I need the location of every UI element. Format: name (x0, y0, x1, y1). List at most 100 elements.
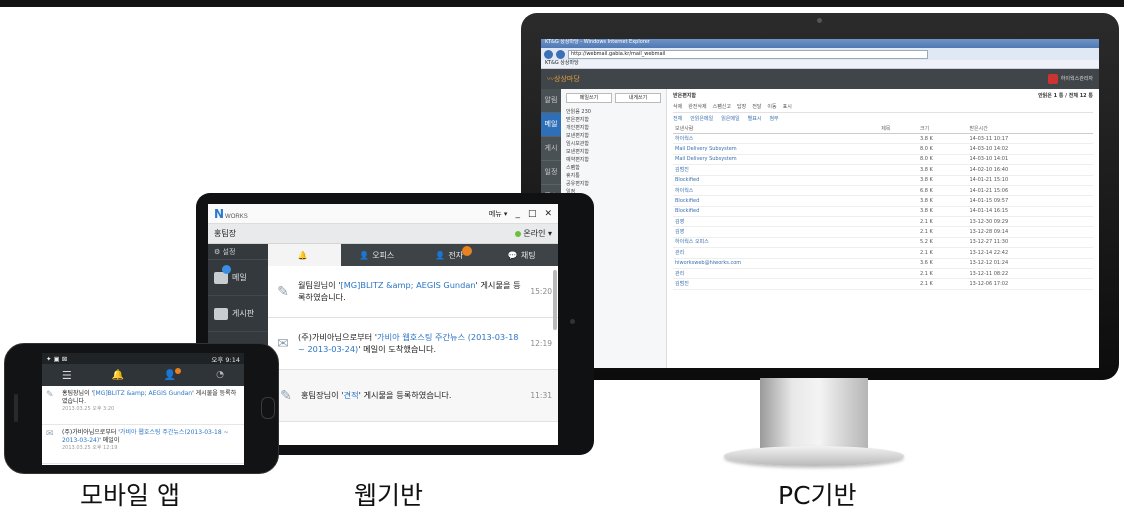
filter-unread[interactable]: 안읽은메일 (690, 116, 713, 122)
app-logo[interactable]: 〰상상마당 (547, 75, 580, 83)
tab-chat[interactable]: 💬 채팅 (486, 244, 559, 266)
feed-icon[interactable]: ◔ (216, 370, 224, 380)
table-row[interactable]: Blockified 3.8 K 14-01-21 15:10 (673, 175, 1093, 186)
table-row[interactable]: hiworksweb@hiworks.com 3.6 K 13-12-12 01:2… (673, 258, 1093, 269)
filter-read[interactable]: 읽은메일 (721, 116, 739, 122)
column-header[interactable]: 받은시간 (967, 125, 1093, 134)
mark-button[interactable]: 표시 (783, 104, 792, 110)
table-row[interactable]: Blockified 3.8 K 14-01-14 16:15 (673, 206, 1093, 218)
url-field[interactable]: http://webmail.gabia.kr/mail_webmail (568, 49, 928, 59)
settings-button[interactable]: ⚙ 설정 (208, 244, 268, 260)
tab-electronic[interactable]: 👤 전자 (413, 244, 486, 266)
filter-all[interactable]: 전체 (673, 116, 682, 122)
filter-starred[interactable]: 별표시 (748, 116, 762, 122)
status-label: 온라인 ▾ (523, 229, 552, 238)
time-cell: 13-12-27 11:30 (967, 237, 1093, 249)
back-icon[interactable] (544, 49, 553, 59)
scrollbar[interactable] (553, 270, 557, 330)
person-icon[interactable]: 👤 (164, 367, 182, 381)
table-row[interactable]: Blockified 3.8 K 14-01-15 09:57 (673, 195, 1093, 207)
folder-item[interactable]: 스팸함 (566, 164, 661, 172)
timestamp: 15:20 (530, 287, 552, 296)
menu-dropdown[interactable]: 메뉴 ▾ (489, 209, 508, 219)
permanent-delete-button[interactable]: 완전삭제 (688, 104, 706, 110)
subject-cell (879, 154, 918, 166)
compose-button[interactable]: 메일쓰기 (566, 93, 612, 103)
table-row[interactable]: 하이웍스 6.8 K 14-01-21 15:06 (673, 185, 1093, 197)
subject-cell (879, 164, 918, 176)
message-link[interactable]: [MG]BLITZ &amp; AEGIS Gundan (93, 390, 192, 397)
list-item[interactable]: ✎ 월팀원님이 '[MG]BLITZ &amp; AEGIS Gundan' 게… (268, 266, 558, 318)
folder-item[interactable]: 개인편지함 (566, 124, 661, 132)
nworks-logo: N WORKS (214, 207, 248, 221)
menu-icon[interactable]: ☰ (62, 369, 72, 382)
bell-icon[interactable]: 🔔 (112, 370, 124, 381)
sender-cell: Blockified (673, 195, 880, 207)
filter-attachment[interactable]: 첨부 (769, 116, 778, 122)
close-icon[interactable]: ✕ (544, 209, 552, 219)
self-mail-button[interactable]: 내게쓰기 (615, 93, 661, 103)
table-row[interactable]: Mail Delivery Subsystem 8.0 K 14-03-10 14:… (673, 143, 1093, 155)
sidebar-item-board[interactable]: 게시판 (208, 296, 268, 332)
list-item[interactable]: ✉ (주)가비아님으로부터 '가비아 웹호스팅 주간뉴스 (2013-03-18… (268, 318, 558, 370)
forward-icon[interactable] (556, 49, 565, 59)
message-link[interactable]: [MG]BLITZ &amp; AEGIS Gundan (341, 280, 476, 290)
user-bar: 홍팀장 온라인 ▾ (208, 224, 558, 244)
tab-office[interactable]: 👤 오피스 (341, 244, 414, 266)
size-cell: 8.0 K (917, 143, 968, 155)
folder-item[interactable]: 보낸편지함 (566, 132, 661, 140)
home-button[interactable] (261, 397, 275, 419)
column-header[interactable]: 크기 (917, 125, 968, 134)
folder-item[interactable]: 공유편지함 (566, 180, 661, 188)
size-cell: 2.1 K (917, 216, 968, 228)
sidebar-item-mail[interactable]: 메일 (208, 260, 268, 296)
size-cell: 2.1 K (917, 268, 968, 280)
table-row[interactable]: 하이웍스 3.8 K 14-03-11 10:17 (673, 133, 1093, 145)
subject-cell (879, 133, 918, 145)
size-cell: 2.1 K (917, 247, 968, 259)
delete-button[interactable]: 삭제 (673, 104, 682, 110)
rail-item-alert[interactable]: 알림 (541, 89, 561, 113)
table-row[interactable]: 김범진 2.1 K 13-12-06 17:02 (673, 278, 1093, 290)
rail-item-calendar[interactable]: 일정 (541, 161, 561, 185)
user-menu[interactable]: 하이웍스관리자 (1047, 74, 1093, 84)
table-row[interactable]: 하이웍스 오피스 5.2 K 13-12-27 11:30 (673, 237, 1093, 249)
folder-item[interactable]: 예약편지함 (566, 156, 661, 164)
forward-button[interactable]: 전달 (752, 104, 761, 110)
folder-item[interactable]: 휴지통 (566, 172, 661, 180)
move-button[interactable]: 이동 (767, 104, 776, 110)
message-text: 홍팀장님이 ' (62, 390, 94, 397)
rail-item-board[interactable]: 게시 (541, 137, 561, 161)
user-name: 하이웍스관리자 (1060, 76, 1093, 82)
column-header[interactable]: 제목 (879, 125, 918, 134)
browser-tab[interactable]: KT&G 상상마당 (541, 60, 1099, 69)
status-dropdown[interactable]: 온라인 ▾ (515, 228, 552, 239)
folder-item[interactable]: 보낸편지함 (566, 148, 661, 156)
table-row[interactable]: 김범진 3.8 K 14-02-10 16:40 (673, 164, 1093, 176)
folder-item[interactable]: 받은편지함 (566, 116, 661, 124)
sender-cell: Mail Delivery Subsystem (673, 143, 880, 155)
column-header[interactable]: 보낸사람 (673, 125, 880, 134)
minimize-icon[interactable]: _ (515, 209, 520, 219)
rail-item-mail[interactable]: 메일 (541, 113, 561, 137)
folder-item[interactable]: 임시보관함 (566, 140, 661, 148)
table-row[interactable]: 김영 2.1 K 13-12-30 09:29 (673, 216, 1093, 228)
message-link[interactable]: 견적 (344, 390, 359, 400)
spam-report-button[interactable]: 스팸신고 (713, 104, 731, 110)
table-row[interactable]: 관리 2.1 K 13-12-11 08:22 (673, 268, 1093, 280)
table-row[interactable]: Mail Delivery Subsystem 8.0 K 14-03-10 14:… (673, 154, 1093, 166)
list-item[interactable]: ✎ 홍팀장님이 '견적' 게시물을 등록하였습니다. 11:31 (268, 370, 558, 422)
tab-alerts[interactable]: 🔔 (268, 244, 341, 266)
subject-cell (879, 216, 918, 228)
table-row[interactable]: 관리 2.1 K 13-12-14 22:42 (673, 247, 1093, 259)
time-cell: 14-03-11 10:17 (967, 133, 1093, 145)
subject-cell (879, 268, 918, 280)
folder-item[interactable]: 안읽음 230 (566, 108, 661, 116)
list-item[interactable]: ✉ (주)가비아님으로부터 '가비아 웹호스팅 주간뉴스(2013-03-18 … (42, 425, 244, 464)
table-row[interactable]: 김영 2.1 K 13-12-28 09:14 (673, 226, 1093, 238)
maximize-icon[interactable]: □ (528, 209, 537, 219)
list-item[interactable]: ✎ 홍팀장님이 '[MG]BLITZ &amp; AEGIS Gundan' 게… (42, 386, 244, 425)
top-divider-rule (0, 0, 1124, 7)
monitor-stand-base (724, 446, 904, 466)
reply-button[interactable]: 답장 (737, 104, 746, 110)
